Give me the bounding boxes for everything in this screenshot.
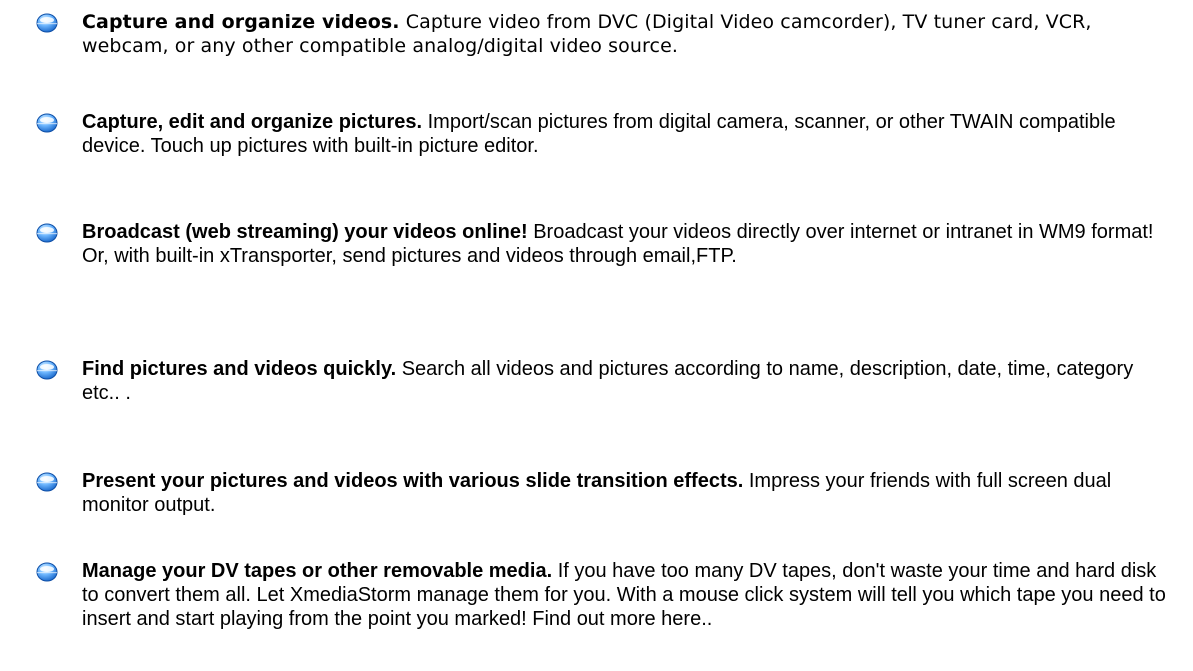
blue-bullet-icon (36, 472, 58, 492)
feature-title: Find pictures and videos quickly. (82, 358, 397, 380)
feature-title: Broadcast (web streaming) your videos on… (82, 221, 528, 243)
feature-title: Present your pictures and videos with va… (82, 470, 744, 492)
feature-text: Present your pictures and videos with va… (82, 469, 1167, 517)
feature-text: Find pictures and videos quickly. Search… (82, 357, 1167, 405)
feature-title: Manage your DV tapes or other removable … (82, 560, 553, 582)
feature-text: Broadcast (web streaming) your videos on… (82, 220, 1167, 268)
feature-text: Capture and organize videos. Capture vid… (82, 10, 1167, 58)
blue-bullet-icon (36, 562, 58, 582)
feature-title: Capture and organize videos. (82, 11, 400, 33)
blue-bullet-icon (36, 13, 58, 33)
blue-bullet-icon (36, 223, 58, 243)
feature-list: Capture and organize videos. Capture vid… (0, 0, 1193, 671)
blue-bullet-icon (36, 360, 58, 380)
feature-text: Manage your DV tapes or other removable … (82, 559, 1167, 631)
feature-title: Capture, edit and organize pictures. (82, 111, 423, 133)
feature-text: Capture, edit and organize pictures. Imp… (82, 110, 1167, 158)
blue-bullet-icon (36, 113, 58, 133)
